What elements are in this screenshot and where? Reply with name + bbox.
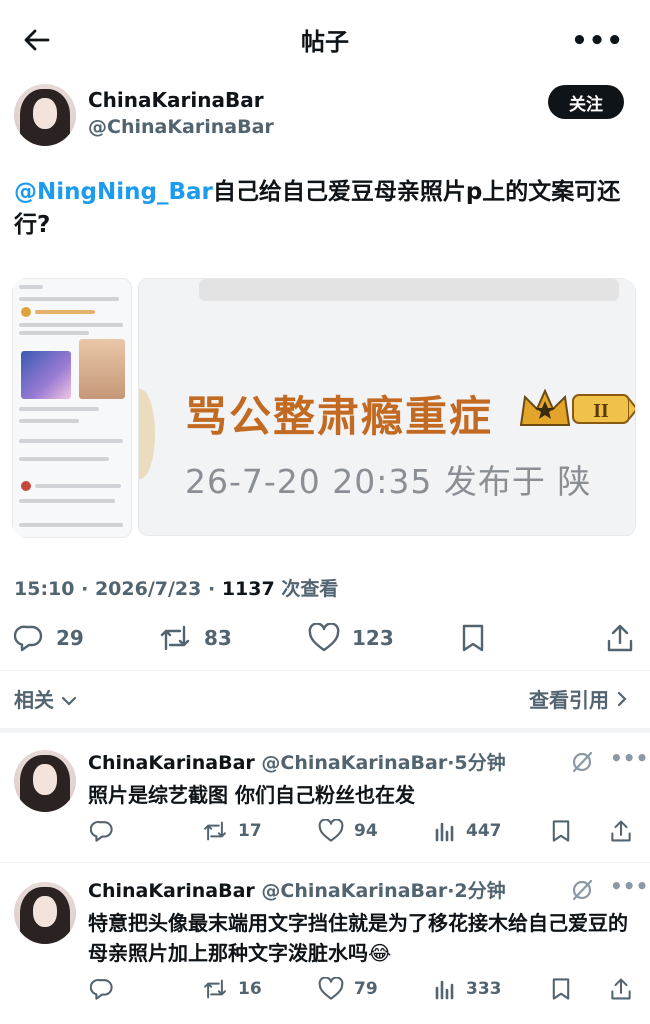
share-icon bbox=[611, 978, 631, 1000]
bookmark-button[interactable] bbox=[460, 618, 486, 658]
reply-header: ChinaKarinaBar @ChinaKarinaBar·2分钟 bbox=[88, 880, 506, 902]
reply-repost-count: 16 bbox=[238, 979, 262, 999]
reply-icon bbox=[14, 625, 43, 652]
reply-repost-count: 17 bbox=[238, 821, 262, 841]
more-icon[interactable]: ••• bbox=[571, 26, 624, 56]
post-text: @NingNing_Bar自己给自己爱豆母亲照片p上的文案可还行? bbox=[14, 176, 629, 242]
reply-author-handle[interactable]: @ChinaKarinaBar bbox=[261, 752, 447, 774]
section-divider bbox=[0, 728, 650, 733]
like-count: 123 bbox=[352, 626, 394, 650]
grok-icon[interactable] bbox=[570, 878, 594, 902]
reply-more-icon[interactable]: ••• bbox=[610, 746, 648, 770]
reply-author-name[interactable]: ChinaKarinaBar bbox=[88, 752, 255, 774]
badge-level: II bbox=[593, 400, 609, 422]
divider bbox=[0, 862, 650, 863]
share-icon bbox=[607, 624, 633, 652]
reply-avatar[interactable] bbox=[14, 882, 76, 944]
reply-like-count: 94 bbox=[354, 821, 378, 841]
repost-icon bbox=[204, 979, 226, 999]
chevron-down-icon bbox=[61, 696, 77, 706]
reply-like-button[interactable]: 79 bbox=[318, 972, 378, 1006]
reply-view-count: 447 bbox=[466, 821, 502, 841]
repost-icon bbox=[204, 821, 226, 841]
reply-author-handle[interactable]: @ChinaKarinaBar bbox=[261, 880, 447, 902]
post-meta: 15:10 · 2026/7/23 · 1137 次查看 bbox=[14, 578, 339, 600]
media-overlay-date: 26-7-20 20:35 发布于 陕 bbox=[185, 462, 592, 501]
reply-icon bbox=[90, 978, 113, 1000]
reply-author-name[interactable]: ChinaKarinaBar bbox=[88, 880, 255, 902]
repost-button[interactable]: 83 bbox=[158, 618, 232, 658]
post-time: 15:10 bbox=[14, 578, 75, 600]
related-label: 相关 bbox=[14, 688, 54, 712]
reply-views-button[interactable]: 333 bbox=[434, 972, 502, 1006]
reply-age: 2分钟 bbox=[454, 880, 506, 902]
crown-badge-icon: II bbox=[519, 388, 635, 426]
reply-repost-button[interactable]: 17 bbox=[202, 814, 262, 848]
reply-item[interactable]: ChinaKarinaBar @ChinaKarinaBar·2分钟 ••• 特… bbox=[0, 864, 650, 1024]
like-icon bbox=[308, 623, 340, 652]
reply-actions: 16 79 333 bbox=[0, 972, 650, 1006]
reply-like-count: 79 bbox=[354, 979, 378, 999]
chevron-right-icon bbox=[617, 691, 627, 707]
reply-share-button[interactable] bbox=[610, 972, 632, 1006]
author-name[interactable]: ChinaKarinaBar bbox=[88, 88, 264, 112]
view-label: 次查看 bbox=[281, 578, 339, 600]
reply-share-button[interactable] bbox=[610, 814, 632, 848]
author-avatar[interactable] bbox=[14, 84, 76, 146]
reply-like-button[interactable]: 94 bbox=[318, 814, 378, 848]
media-image-screenshot[interactable] bbox=[12, 278, 132, 538]
view-quotes-link[interactable]: 查看引用 bbox=[529, 684, 628, 713]
reply-bookmark-button[interactable] bbox=[550, 972, 572, 1006]
reply-header: ChinaKarinaBar @ChinaKarinaBar·5分钟 bbox=[88, 752, 506, 774]
reply-item[interactable]: ChinaKarinaBar @ChinaKarinaBar·5分钟 ••• 照… bbox=[0, 736, 650, 860]
reply-icon bbox=[90, 820, 113, 842]
media-overlay-title: 骂公整肃瘾重症 bbox=[185, 392, 494, 441]
author-handle[interactable]: @ChinaKarinaBar bbox=[88, 116, 274, 138]
view-count: 1137 bbox=[221, 578, 275, 600]
divider bbox=[0, 670, 650, 671]
reply-count: 29 bbox=[56, 626, 84, 650]
follow-button[interactable]: 关注 bbox=[548, 85, 624, 119]
repost-icon bbox=[160, 625, 190, 651]
views-icon bbox=[435, 822, 454, 842]
bookmark-icon bbox=[552, 820, 570, 842]
post-media[interactable]: 骂公整肃瘾重症 II 26-7-20 20:35 发布于 陕 bbox=[12, 278, 636, 538]
bookmark-icon bbox=[552, 978, 570, 1000]
reply-age: 5分钟 bbox=[454, 752, 506, 774]
reply-button[interactable]: 29 bbox=[14, 618, 84, 658]
reply-more-icon[interactable]: ••• bbox=[610, 874, 648, 898]
reply-avatar[interactable] bbox=[14, 750, 76, 812]
reply-text: 照片是综艺截图 你们自己粉丝也在发 bbox=[88, 783, 415, 807]
like-icon bbox=[318, 977, 344, 1000]
reply-reply-button[interactable] bbox=[90, 814, 114, 848]
grok-icon[interactable] bbox=[570, 750, 594, 774]
reply-reply-button[interactable] bbox=[90, 972, 114, 1006]
reply-view-count: 333 bbox=[466, 979, 502, 999]
media-image-closeup[interactable]: 骂公整肃瘾重症 II 26-7-20 20:35 发布于 陕 bbox=[138, 278, 636, 536]
reply-text: 特意把头像最末端用文字挡住就是为了移花接木给自己爱豆的母亲照片加上那种文字泼脏水… bbox=[88, 911, 628, 965]
share-icon bbox=[611, 820, 631, 842]
bookmark-icon bbox=[462, 624, 484, 652]
post-date: 2026/7/23 bbox=[94, 578, 202, 600]
share-button[interactable] bbox=[606, 618, 634, 658]
mention-link[interactable]: @NingNing_Bar bbox=[14, 179, 213, 205]
views-icon bbox=[435, 980, 454, 1000]
view-quotes-label: 查看引用 bbox=[529, 688, 610, 712]
post-actions: 29 83 123 bbox=[0, 618, 650, 658]
top-bar: 帖子 ••• bbox=[0, 0, 650, 80]
repost-count: 83 bbox=[204, 626, 232, 650]
page-title: 帖子 bbox=[301, 28, 349, 56]
like-icon bbox=[318, 819, 344, 842]
like-button[interactable]: 123 bbox=[308, 618, 394, 658]
reply-views-button[interactable]: 447 bbox=[434, 814, 502, 848]
reply-repost-button[interactable]: 16 bbox=[202, 972, 262, 1006]
reply-actions: 17 94 447 bbox=[0, 814, 650, 848]
related-toggle[interactable]: 相关 bbox=[14, 684, 77, 713]
reply-bookmark-button[interactable] bbox=[550, 814, 572, 848]
